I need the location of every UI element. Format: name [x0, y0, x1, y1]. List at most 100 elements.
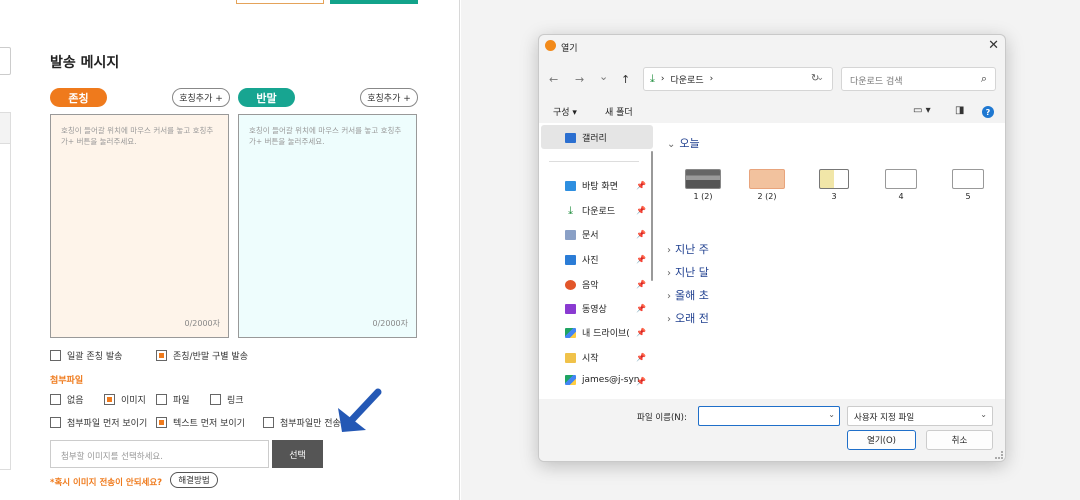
resize-grip[interactable] — [995, 451, 1003, 459]
attach-image-radio[interactable]: 이미지 — [104, 393, 146, 406]
attach-only-checkbox[interactable]: 첨부파일만 전송 — [263, 416, 341, 429]
pin-icon[interactable]: 📌 — [636, 280, 646, 289]
up-arrow-icon[interactable]: ↑ — [621, 73, 630, 86]
open-button[interactable]: 열기(O) — [847, 430, 916, 450]
radio-label: 링크 — [227, 396, 244, 406]
split-send-checkbox[interactable]: 존칭/반말 구별 발송 — [156, 349, 248, 362]
dialog-title: 열기 — [561, 44, 578, 54]
attach-file-radio[interactable]: 파일 — [156, 393, 190, 406]
file-item[interactable]: 5 — [948, 169, 988, 201]
chevron-right-icon: › — [667, 314, 671, 325]
address-bar[interactable]: ⤓ › 다운로드 › ⌄ — [643, 67, 833, 91]
nav-item-account[interactable]: james@j-syn — [565, 375, 639, 385]
close-icon[interactable]: ✕ — [988, 38, 999, 53]
left-edge-panel — [0, 112, 11, 470]
casual-message-textarea[interactable]: 호칭이 들어갈 위치에 마우스 커서를 놓고 호칭추가+ 버튼을 눌러주세요. … — [238, 114, 417, 338]
nav-item-music[interactable]: 음악 — [565, 278, 599, 291]
radio-label: 이미지 — [121, 396, 146, 406]
chevron-right-icon: › — [667, 268, 671, 279]
folder-icon — [565, 352, 576, 363]
nav-item-documents[interactable]: 문서 — [565, 228, 599, 241]
help-icon[interactable]: ? — [982, 106, 994, 118]
pin-icon[interactable]: 📌 — [636, 353, 646, 362]
file-item[interactable]: 2 (2) — [747, 169, 787, 201]
attach-link-radio[interactable]: 링크 — [210, 393, 244, 406]
organize-menu[interactable]: 구성 ▾ — [553, 105, 577, 118]
new-folder-button[interactable]: 새 폴더 — [605, 105, 633, 118]
group-last-week[interactable]: › 지난 주 — [667, 241, 709, 257]
bulk-honor-checkbox[interactable]: 일괄 존칭 발송 — [50, 349, 122, 362]
download-icon: ⤓ — [568, 203, 573, 217]
pin-icon[interactable]: 📌 — [636, 230, 646, 239]
group-long-ago[interactable]: › 오래 전 — [667, 310, 709, 326]
solution-button[interactable]: 해결방법 — [170, 472, 218, 488]
pin-icon[interactable]: 📌 — [636, 206, 646, 215]
attach-section-title: 첨부파일 — [50, 376, 84, 386]
checkbox-box[interactable] — [156, 417, 167, 428]
nav-item-desktop[interactable]: 바탕 화면 — [565, 179, 618, 192]
show-text-first-checkbox[interactable]: 텍스트 먼저 보이기 — [156, 416, 245, 429]
show-attach-first-checkbox[interactable]: 첨부파일 먼저 보이기 — [50, 416, 147, 429]
group-last-month[interactable]: › 지난 달 — [667, 264, 709, 280]
pin-icon[interactable]: 📌 — [636, 304, 646, 313]
nav-item-gallery[interactable]: 갤러리 — [565, 131, 607, 144]
google-drive-icon — [565, 375, 576, 385]
preview-pane-icon[interactable]: ◨ — [955, 105, 964, 116]
image-warning-text: *혹시 이미지 전송이 안되세요? — [50, 478, 163, 488]
file-thumbnail — [749, 169, 785, 189]
file-item[interactable]: 1 (2) — [683, 169, 723, 201]
nav-item-start[interactable]: 시작 — [565, 351, 599, 364]
checkbox-box[interactable] — [50, 394, 61, 405]
refresh-icon[interactable]: ↻ — [811, 73, 819, 84]
checkbox-box[interactable] — [50, 417, 61, 428]
honor-message-textarea[interactable]: 호칭이 들어갈 위치에 마우스 커서를 놓고 호칭추가+ 버튼을 눌러주세요. … — [50, 114, 229, 338]
filename-input[interactable]: ⌄ — [698, 406, 840, 426]
left-edge-input[interactable] — [0, 47, 11, 75]
attach-image-input[interactable]: 첨부할 이미지를 선택하세요. — [50, 440, 269, 468]
chevron-right-icon: › — [667, 291, 671, 302]
checkbox-box[interactable] — [263, 417, 274, 428]
file-item[interactable]: 3 — [814, 169, 854, 201]
add-title-button-honor[interactable]: 호칭추가 + — [172, 88, 230, 107]
attach-none-radio[interactable]: 없음 — [50, 393, 84, 406]
filetype-value: 사용자 지정 파일 — [854, 413, 915, 423]
dialog-titlebar[interactable]: 열기 ✕ — [539, 35, 1005, 59]
pin-icon[interactable]: 📌 — [636, 255, 646, 264]
honor-char-counter: 0/2000자 — [184, 319, 220, 328]
checkbox-box[interactable] — [156, 394, 167, 405]
top-outline-button[interactable] — [236, 0, 324, 4]
nav-item-downloads[interactable]: ⤓ 다운로드 — [565, 203, 615, 218]
filetype-select[interactable]: 사용자 지정 파일 ⌄ — [847, 406, 993, 426]
view-options-icon[interactable]: ▭ ▾ — [913, 105, 931, 116]
nav-item-videos[interactable]: 동영상 — [565, 302, 607, 315]
checkbox-box[interactable] — [104, 394, 115, 405]
nav-scrollbar[interactable] — [651, 151, 653, 281]
music-icon — [565, 279, 576, 290]
select-file-button[interactable]: 선택 — [272, 440, 323, 468]
pin-icon[interactable]: 📌 — [636, 377, 646, 386]
chevron-down-icon[interactable]: ⌄ — [980, 410, 987, 419]
add-title-button-casual[interactable]: 호칭추가 + — [360, 88, 418, 107]
checkbox-box[interactable] — [156, 350, 167, 361]
checkbox-box[interactable] — [50, 350, 61, 361]
pin-icon[interactable]: 📌 — [636, 328, 646, 337]
chevron-down-icon[interactable]: ⌄ — [828, 410, 835, 419]
app-icon — [545, 40, 556, 51]
group-early-year[interactable]: › 올해 초 — [667, 287, 709, 303]
file-item[interactable]: 4 — [881, 169, 921, 201]
cancel-button[interactable]: 취소 — [926, 430, 993, 450]
recent-dropdown-icon[interactable]: ⌄ — [599, 70, 608, 83]
address-path[interactable]: 다운로드 — [670, 73, 703, 86]
group-today[interactable]: ⌄ 오늘 — [667, 135, 700, 151]
checkbox-box[interactable] — [210, 394, 221, 405]
top-teal-button[interactable] — [330, 0, 418, 4]
search-input[interactable]: 다운로드 검색 ⌕ — [841, 67, 996, 91]
forward-arrow-icon[interactable]: → — [575, 73, 584, 86]
group-label: 오늘 — [679, 137, 700, 150]
back-arrow-icon[interactable]: ← — [549, 73, 558, 86]
nav-item-pictures[interactable]: 사진 — [565, 253, 599, 266]
nav-item-drive[interactable]: 내 드라이브( — [565, 326, 630, 339]
pictures-icon — [565, 254, 576, 265]
pin-icon[interactable]: 📌 — [636, 181, 646, 190]
chevron-down-icon: ⌄ — [667, 139, 676, 150]
